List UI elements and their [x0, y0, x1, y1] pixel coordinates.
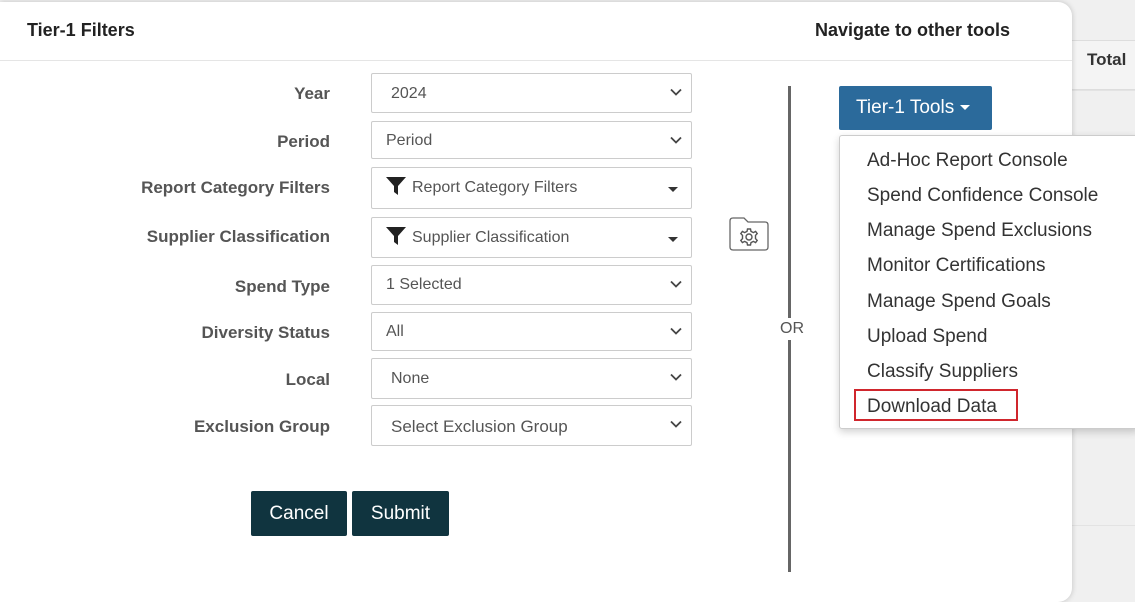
menu-item-monitor-certifications[interactable]: Monitor Certifications [867, 255, 1045, 277]
filter-funnel-icon [386, 227, 406, 245]
diversity-status-label: Diversity Status [201, 323, 331, 342]
chevron-down-icon [670, 136, 682, 144]
cancel-button[interactable]: Cancel [251, 491, 347, 536]
supplier-classification-label: Supplier Classification [146, 227, 330, 246]
caret-down-icon [668, 187, 678, 192]
menu-item-upload-spend[interactable]: Upload Spend [867, 326, 987, 348]
chevron-down-icon [670, 280, 682, 288]
menu-item-classify-suppliers[interactable]: Classify Suppliers [867, 361, 1018, 383]
exclusion-group-select[interactable]: Select Exclusion Group [371, 405, 692, 446]
folder-gear-icon[interactable] [727, 215, 771, 253]
year-label: Year [294, 84, 330, 103]
background-divider [1072, 90, 1135, 91]
or-separator: OR [772, 318, 812, 340]
modal-title: Tier-1 Filters [27, 20, 135, 40]
background-total-column: Total [1087, 50, 1127, 69]
spend-type-label: Spend Type [234, 277, 330, 296]
download-data-highlight [854, 389, 1018, 421]
modal-header: Tier-1 Filters Navigate to other tools [0, 2, 1072, 61]
year-select-value: 2024 [391, 85, 427, 102]
local-value: None [391, 370, 430, 387]
caret-down-icon [668, 237, 678, 242]
navigate-tools-title: Navigate to other tools [815, 20, 1011, 40]
chevron-down-icon [670, 327, 682, 335]
diversity-status-value: All [386, 323, 404, 340]
supplier-classification-value: Supplier Classification [412, 229, 570, 246]
filter-funnel-icon [386, 177, 406, 195]
caret-down-icon [960, 105, 971, 111]
supplier-classification-select[interactable]: Supplier Classification [371, 217, 692, 258]
diversity-status-select[interactable]: All [371, 312, 692, 351]
exclusion-group-value: Select Exclusion Group [391, 417, 568, 436]
chevron-down-icon [670, 88, 682, 96]
report-category-filters-value: Report Category Filters [412, 179, 578, 196]
report-category-filters-select[interactable]: Report Category Filters [371, 167, 692, 209]
report-category-filters-label: Report Category Filters [141, 178, 330, 197]
menu-item-spend-confidence-console[interactable]: Spend Confidence Console [867, 185, 1098, 207]
exclusion-group-label: Exclusion Group [193, 417, 330, 436]
menu-item-manage-spend-exclusions[interactable]: Manage Spend Exclusions [867, 220, 1092, 242]
menu-item-manage-spend-goals[interactable]: Manage Spend Goals [867, 291, 1051, 313]
local-label: Local [285, 370, 330, 389]
period-select[interactable]: Period [371, 121, 692, 159]
submit-button[interactable]: Submit [352, 491, 449, 536]
year-select[interactable]: 2024 [371, 73, 692, 113]
period-label: Period [277, 132, 330, 151]
local-select[interactable]: None [371, 358, 692, 399]
tier-1-tools-button[interactable]: Tier-1 Tools [839, 86, 992, 130]
period-select-value: Period [386, 132, 433, 149]
chevron-down-icon [670, 373, 682, 381]
menu-item-ad-hoc-report-console[interactable]: Ad-Hoc Report Console [867, 150, 1068, 172]
tools-dropdown-menu: Ad-Hoc Report Console Spend Confidence C… [839, 135, 1135, 429]
background-divider [1072, 525, 1135, 526]
chevron-down-icon [670, 420, 682, 428]
spend-type-select[interactable]: 1 Selected [371, 265, 692, 305]
tier-1-tools-label: Tier-1 Tools [856, 97, 955, 118]
spend-type-value: 1 Selected [386, 276, 462, 293]
